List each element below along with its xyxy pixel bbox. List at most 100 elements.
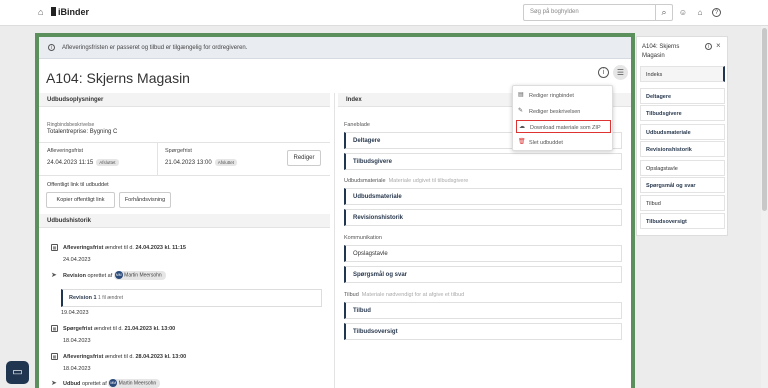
- side-item-spoergsmaal[interactable]: Spørgsmål og svar: [640, 177, 725, 193]
- side-item-opslagstavle[interactable]: Opslagstavle: [640, 160, 725, 176]
- history-date: 19.04.2023: [61, 310, 89, 316]
- menu-item-download-zip[interactable]: ☁ Download materiale som ZIP: [516, 120, 611, 133]
- menu-item-edit-description[interactable]: ✎ Rediger beskrivelsen: [516, 105, 611, 118]
- trash-icon: 🗑: [518, 139, 526, 145]
- ringbind-label: Ringbindsbeskrivelse: [47, 122, 95, 128]
- menu-item-edit-binder[interactable]: ▤ Rediger ringbindet: [516, 89, 611, 102]
- avatar: MM: [114, 271, 123, 279]
- index-item-tilbudsgivere[interactable]: Tilbudsgivere: [344, 153, 622, 170]
- help-icon[interactable]: ?: [712, 8, 721, 17]
- history-value: 24.04.2023 kl. 11:15: [135, 245, 186, 251]
- edit-button[interactable]: Rediger: [287, 150, 321, 166]
- info-icon[interactable]: i: [598, 67, 609, 78]
- divider: [157, 142, 158, 175]
- side-item-indeks[interactable]: Indeks: [640, 66, 725, 82]
- actions-menu: ▤ Rediger ringbindet ✎ Rediger beskrivelse…: [512, 85, 613, 151]
- question-value: 21.04.2023 13:00 Afsluttet: [165, 159, 237, 166]
- side-item-label: Tilbud: [646, 201, 661, 207]
- avatar: MM: [109, 379, 118, 387]
- history-text: Spørgefrist ændret til d. 21.04.2023 kl.…: [63, 326, 175, 332]
- binder-icon: ▤: [518, 92, 524, 98]
- history-text: Afleveringsfrist ændret til d. 24.04.202…: [63, 245, 186, 251]
- history-date: 24.04.2023: [63, 257, 91, 263]
- logo[interactable]: iBinder: [51, 7, 89, 17]
- side-item-tilbudsgivere[interactable]: Tilbudsgivere: [640, 105, 725, 121]
- copy-link-button[interactable]: Kopier offentligt link: [46, 192, 115, 208]
- bank-icon[interactable]: ⌂: [695, 8, 705, 18]
- side-item-label: Indeks: [646, 72, 663, 78]
- revision-text: Revision 1 1 fil ændret: [69, 295, 123, 301]
- group-label: Kommunikation: [344, 235, 382, 241]
- group-label: Tilbud Materiale nødvendigt for at afgive…: [344, 292, 464, 298]
- history-item: ➤ Udbud oprettet af MM Martin Meersohn: [51, 379, 326, 388]
- history-item: ▦ Afleveringsfrist ændret til d. 28.04.2…: [51, 353, 326, 373]
- side-item-deltagere[interactable]: Deltagere: [640, 88, 725, 104]
- status-badge: Afsluttet: [96, 159, 119, 166]
- history-date: 18.04.2023: [63, 338, 91, 344]
- group-title: Udbudsmateriale: [344, 178, 386, 184]
- index-item-tilbudsoversigt[interactable]: Tilbudsoversigt: [344, 323, 622, 340]
- history-item: ▦ Afleveringsfrist ændret til d. 24.04.2…: [51, 244, 326, 264]
- index-item-label: Tilbud: [353, 308, 371, 314]
- udbud-info-panel: Udbudsoplysninger Ringbindsbeskrivelse T…: [39, 93, 330, 388]
- deadline-value: 24.04.2023 11:15 Afsluttet: [47, 159, 119, 166]
- index-item-label: Tilbudsoversigt: [353, 329, 398, 335]
- preview-button[interactable]: Forhåndsvisning: [119, 192, 171, 208]
- history-bold: Udbud: [63, 381, 81, 388]
- index-item-udbudsmateriale[interactable]: Udbudsmateriale: [344, 188, 622, 205]
- scrollbar-thumb[interactable]: [762, 28, 767, 211]
- side-item-label: Revisionshistorik: [646, 147, 692, 153]
- revision-label: Revision 1: [69, 295, 97, 301]
- deadline-label: Afleveringsfrist: [47, 148, 84, 154]
- side-item-tilbudsoversigt[interactable]: Tilbudsoversigt: [640, 213, 725, 229]
- index-item-spoergsmaal[interactable]: Spørgsmål og svar: [344, 266, 622, 283]
- side-item-udbudsmateriale[interactable]: Udbudsmateriale: [640, 124, 725, 140]
- index-item-opslagstavle[interactable]: Opslagstavle: [344, 245, 622, 262]
- close-icon[interactable]: ×: [716, 41, 721, 50]
- side-item-label: Tilbudsoversigt: [646, 219, 687, 225]
- side-item-revisionshistorik[interactable]: Revisionshistorik: [640, 141, 725, 157]
- side-item-label: Tilbudsgivere: [646, 111, 682, 117]
- group-note: Materiale nødvendigt for at afgive et ti…: [361, 292, 465, 298]
- user-chip[interactable]: MM Martin Meersohn: [113, 271, 166, 281]
- menu-item-delete[interactable]: 🗑 Slet udbuddet: [516, 136, 611, 149]
- index-title: Index: [346, 97, 362, 103]
- side-index-panel: A104: Skjerns Magasin i × Indeks Deltage…: [636, 36, 728, 236]
- user-name: Martin Meersohn: [124, 272, 162, 279]
- history-title: Udbudshistorik: [47, 218, 92, 224]
- status-badge: Afsluttet: [214, 159, 237, 166]
- question-label: Spørgefrist: [165, 148, 192, 154]
- side-item-label: Udbudsmateriale: [646, 130, 691, 136]
- index-item-revisionshistorik[interactable]: Revisionshistorik: [344, 209, 622, 226]
- home-icon[interactable]: ⌂: [38, 8, 47, 17]
- search-box[interactable]: Søg på boghylden ⌕: [523, 4, 673, 21]
- send-icon: ➤: [51, 272, 57, 279]
- chat-icon[interactable]: ▭: [6, 361, 29, 384]
- divider: [39, 142, 330, 143]
- revision-card[interactable]: Revision 1 1 fil ændret: [61, 289, 322, 307]
- cloud-download-icon: ☁: [519, 124, 525, 130]
- search-icon[interactable]: ⌕: [655, 5, 672, 20]
- side-item-tilbud[interactable]: Tilbud: [640, 195, 725, 211]
- calendar-icon: ▦: [51, 244, 58, 251]
- group-label: Faneblade: [344, 122, 370, 128]
- menu-icon[interactable]: ☰: [613, 65, 628, 80]
- index-item-tilbud[interactable]: Tilbud: [344, 302, 622, 319]
- question-date: 21.04.2023 13:00: [165, 160, 212, 166]
- section-title: Udbudsoplysninger: [47, 97, 104, 103]
- history-bold: Afleveringsfrist: [63, 354, 104, 360]
- user-chip[interactable]: MM Martin Meersohn: [108, 379, 161, 388]
- column-divider: [334, 93, 335, 388]
- public-link-label: Offentligt link til udbuddet: [47, 182, 109, 188]
- scrollbar[interactable]: [761, 26, 768, 388]
- index-item-label: Spørgsmål og svar: [353, 272, 408, 278]
- index-item-label: Revisionshistorik: [353, 215, 404, 221]
- history-text: Udbud oprettet af MM Martin Meersohn: [63, 379, 161, 388]
- search-input[interactable]: Søg på boghylden: [530, 9, 579, 15]
- info-icon[interactable]: i: [705, 43, 712, 50]
- history-text: Afleveringsfrist ændret til d. 28.04.202…: [63, 354, 186, 360]
- user-icon[interactable]: ☺: [678, 8, 688, 18]
- top-bar: ⌂ iBinder Søg på boghylden ⌕ ☺ ⌂ ?: [0, 0, 768, 26]
- logo-mark: [51, 7, 56, 16]
- send-icon: ➤: [51, 380, 57, 387]
